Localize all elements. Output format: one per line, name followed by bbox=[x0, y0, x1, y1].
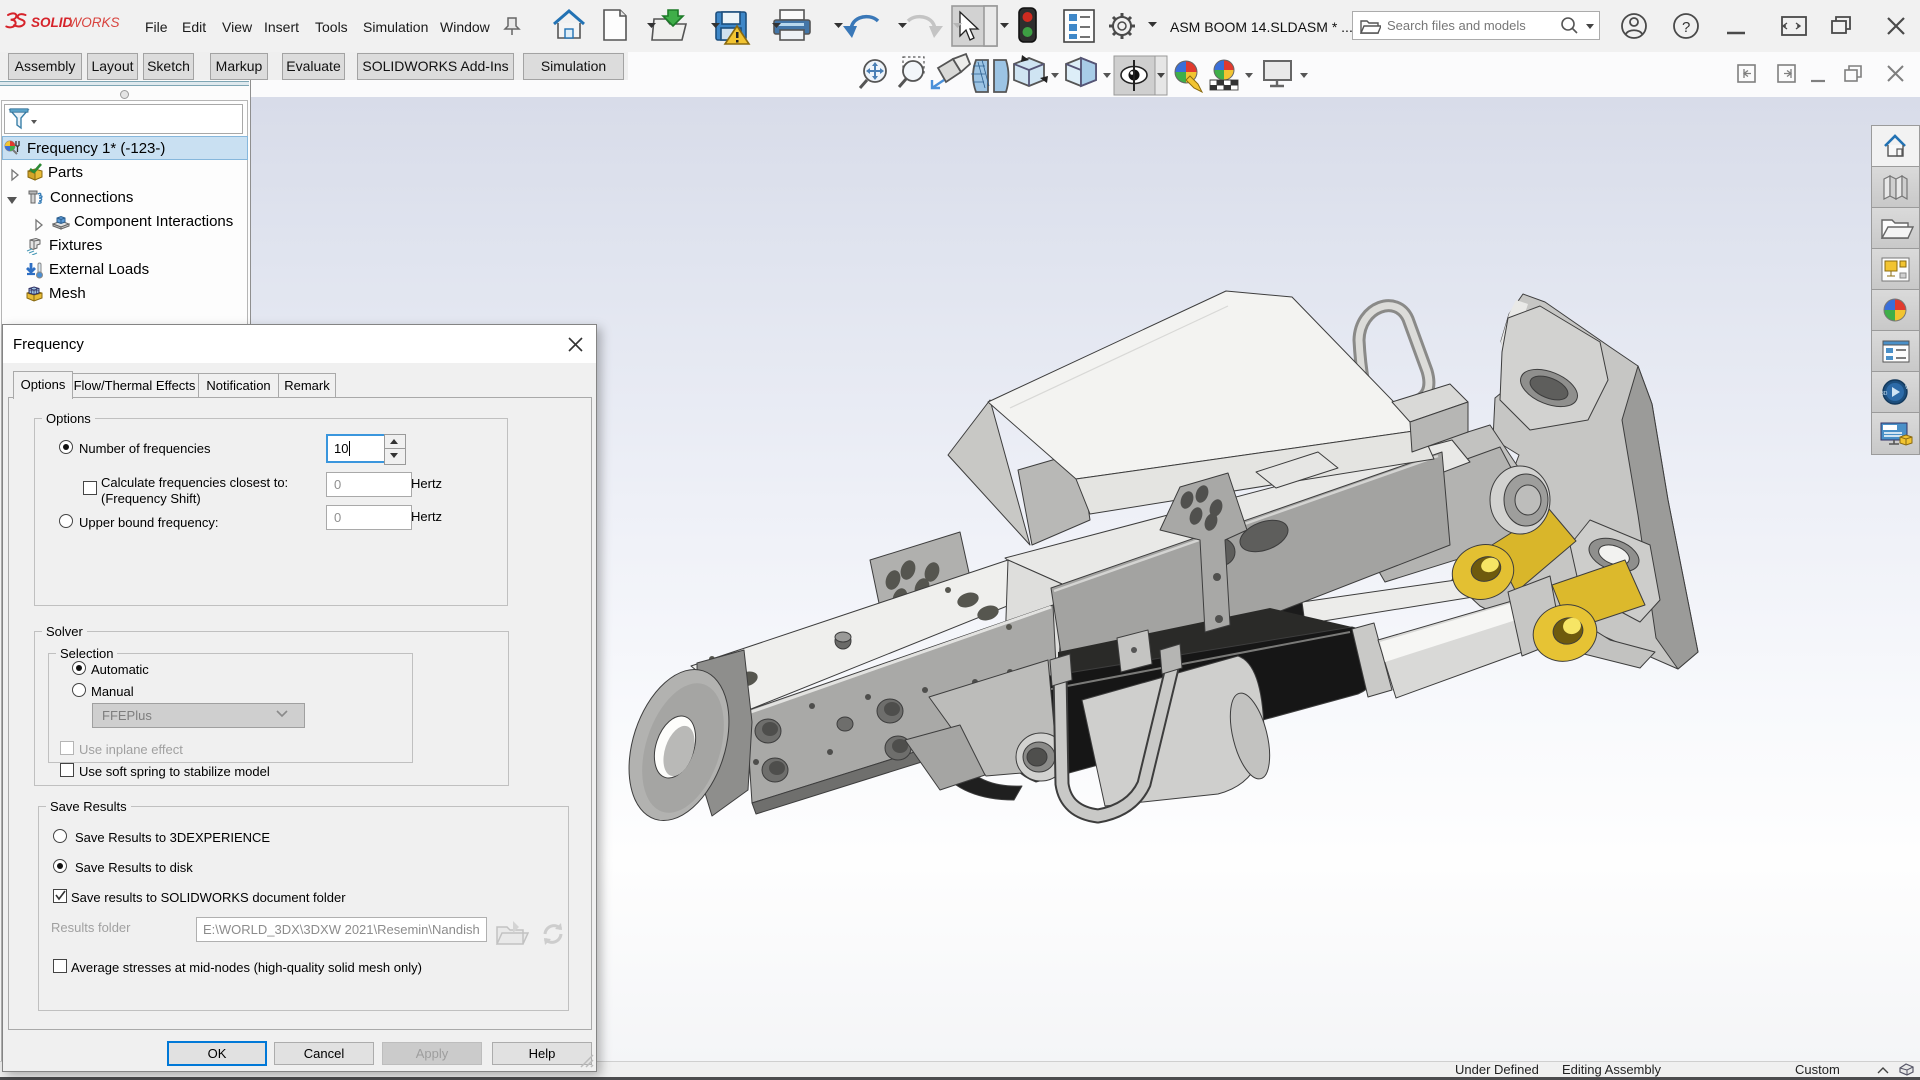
svg-text:WORKS: WORKS bbox=[69, 15, 120, 30]
svg-text:V: V bbox=[1905, 385, 1909, 391]
svg-text:SOLID: SOLID bbox=[31, 15, 73, 30]
svg-text:?: ? bbox=[1682, 19, 1690, 36]
svg-text:3D: 3D bbox=[1881, 391, 1888, 397]
